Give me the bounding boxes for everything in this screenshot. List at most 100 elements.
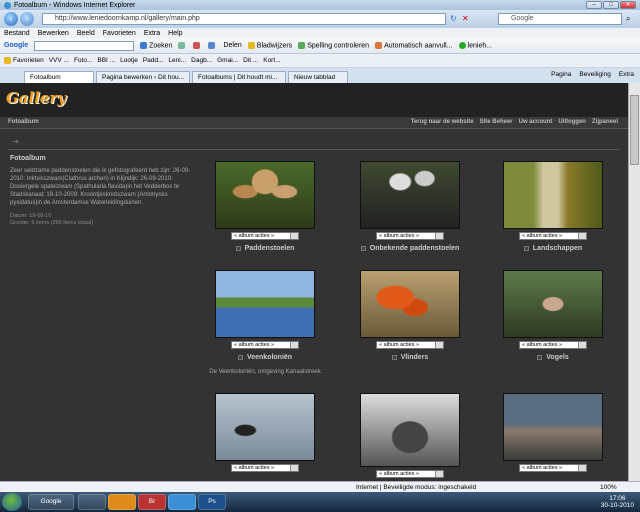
album-actions-select[interactable]: « album acties » [376,232,444,240]
menu-help[interactable]: Help [168,30,182,37]
favorite-link[interactable]: Kort... [263,57,280,64]
autofill-button[interactable]: Automatisch aanvull... [375,41,453,49]
album-actions-select[interactable]: « album acties » [231,464,299,472]
forward-button[interactable]: › [20,12,34,26]
album-checkbox[interactable] [523,246,529,251]
security-zone[interactable]: Internet | Beveiligde modus: ingeschakel… [356,484,476,491]
album-thumbnail[interactable] [215,393,315,461]
breadcrumb-bar: Fotoalbum Terug naar de website Site Beh… [0,117,628,129]
album-thumbnail[interactable] [360,161,460,229]
menu-bewerken[interactable]: Bewerken [38,30,69,37]
album-checkbox[interactable] [391,355,397,360]
link-back-to-website[interactable]: Terug naar de website [411,119,474,125]
tab-fotoalbums[interactable]: Fotoalbums | Dit houdt mi... [192,71,286,83]
google-search-input[interactable] [34,40,135,51]
start-button[interactable] [2,493,22,511]
album-actions-select[interactable]: « album acties » [231,232,299,240]
link-logout[interactable]: Uitloggen [558,119,586,125]
toolbar-button-icon[interactable] [178,42,186,49]
album-checkbox[interactable] [237,355,243,360]
favorite-link[interactable]: Dagb... [191,57,212,64]
taskbar-ie-icon[interactable] [168,494,196,510]
page-menu[interactable]: Pagina [551,71,571,78]
favorite-link[interactable]: VVV ... [49,57,69,64]
favorite-link[interactable]: Foto... [74,57,92,64]
album-actions-select[interactable]: « album acties » [519,232,587,240]
sidebar-toggle-icon[interactable]: ⇥ [12,137,19,146]
page-scrollbar[interactable] [628,83,640,481]
album-actions-select[interactable]: « album acties » [519,464,587,472]
album-date: Datum: 19-08-10 [10,213,52,219]
album-thumbnail[interactable] [503,161,603,229]
maximize-button[interactable]: □ [603,1,619,9]
album-title-link[interactable]: Vogels [546,354,568,361]
close-button[interactable]: ✕ [620,1,636,9]
favorite-link[interactable]: Gmai... [217,57,238,64]
menu-extra[interactable]: Extra [144,30,160,37]
album-title-link[interactable]: Veenkoloniën [247,354,292,361]
taskbar-outlook-icon[interactable] [108,494,136,510]
album-item-veenkolonien: « album acties » Veenkoloniën De Veenkol… [200,270,330,375]
favorite-link[interactable]: Lootje [120,57,138,64]
toolbar-button-icon[interactable] [193,42,201,49]
album-checkbox[interactable] [235,246,241,251]
taskbar-bridge[interactable]: Br [138,494,166,510]
album-thumbnail[interactable] [503,270,603,338]
album-thumbnail[interactable] [215,270,315,338]
search-input[interactable]: Google [498,13,622,25]
album-title-link[interactable]: Landschappen [533,245,582,252]
extra-menu[interactable]: Extra [619,71,634,78]
album-checkbox[interactable] [537,355,543,360]
album-title-link[interactable]: Vlinders [401,354,429,361]
album-thumbnail[interactable] [360,393,460,467]
album-actions-select[interactable]: « album acties » [519,341,587,349]
album-thumbnail[interactable] [215,161,315,229]
favorites-button[interactable]: Favorieten [4,56,44,64]
favorite-link[interactable]: Leni... [168,57,186,64]
account-button[interactable]: lenieh... [458,41,492,49]
stop-icon[interactable]: ✕ [462,14,469,23]
album-title-link[interactable]: Onbekende paddenstoelen [370,245,459,252]
share-button[interactable]: Delen [223,42,241,49]
link-account[interactable]: Uw account [519,119,553,125]
toolbar-button-icon[interactable] [208,42,216,49]
minimize-button[interactable]: – [586,1,602,9]
gallery-logo[interactable]: Gallery [6,89,66,107]
tab-new[interactable]: Nieuw tabblad [288,71,348,83]
taskbar-google[interactable]: Google [28,494,74,510]
album-actions-select[interactable]: « album acties » [376,470,444,478]
album-title-link[interactable]: Paddenstoelen [245,245,295,252]
tab-fotoalbum[interactable]: Fotoalbum [24,71,94,83]
spellcheck-button[interactable]: Spelling controleren [298,41,369,49]
taskbar-photoshop[interactable]: Ps [198,494,226,510]
album-actions-select[interactable]: « album acties » [231,341,299,349]
taskbar-explorer-icon[interactable] [78,494,106,510]
tab-pagina-bewerken[interactable]: Pagina bewerken ‹ Dit hou... [96,71,190,83]
zoom-level[interactable]: 100% [600,484,617,491]
favorite-link[interactable]: Dit ... [243,57,258,64]
search-icon[interactable]: ⌕ [626,14,630,24]
favorite-link[interactable]: Padd... [143,57,164,64]
album-thumbnail[interactable] [360,270,460,338]
address-input[interactable]: http://www.leniedoornkamp.nl/gallery/mai… [42,13,446,25]
refresh-icon[interactable]: ↻ [450,14,457,23]
link-sidebar[interactable]: Zijpaneel [592,119,618,125]
album-checkbox[interactable] [360,246,366,251]
favorite-link[interactable]: BBI ... [97,57,115,64]
breadcrumb[interactable]: Fotoalbum [8,119,39,125]
google-search-button[interactable]: Zoeken [140,41,172,49]
menu-beeld[interactable]: Beeld [77,30,95,37]
album-item-description: De Veenkoloniën, omgeving Kanaalstreek [209,369,321,375]
divider [8,149,620,150]
menu-favorieten[interactable]: Favorieten [103,30,136,37]
clock[interactable]: 17:06 30-10-2010 [601,495,634,509]
bookmarks-button[interactable]: Bladwijzers [247,41,292,49]
security-menu[interactable]: Beveiliging [579,71,610,78]
link-site-admin[interactable]: Site Beheer [480,119,513,125]
album-actions-select[interactable]: « album acties » [376,341,444,349]
address-toolbar: ‹ › http://www.leniedoornkamp.nl/gallery… [0,10,640,28]
back-button[interactable]: ‹ [4,12,18,26]
album-thumbnail[interactable] [503,393,603,461]
scrollbar-thumb[interactable] [630,95,639,165]
menu-bestand[interactable]: Bestand [4,30,30,37]
